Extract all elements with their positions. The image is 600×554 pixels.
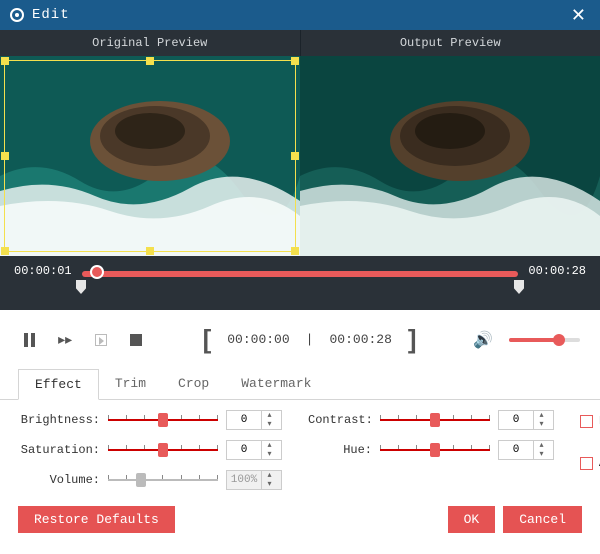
saturation-down[interactable]: ▾ [262,450,277,459]
brightness-slider[interactable] [108,413,218,427]
pause-button[interactable] [20,329,39,351]
trim-marker-end[interactable] [514,280,524,294]
output-preview [300,56,600,256]
preview-area [0,56,600,256]
apply-to-all-checkbox[interactable]: Apply to all [580,456,600,470]
hue-up[interactable]: ▴ [534,441,549,450]
tab-watermark[interactable]: Watermark [225,369,327,399]
trim-marker-start[interactable] [76,280,86,294]
tab-effect[interactable]: Effect [18,369,99,400]
fast-forward-button[interactable]: ▸▸ [55,329,74,351]
volume-value [227,474,261,486]
fast-forward-icon: ▸▸ [58,331,72,348]
volume-thumb[interactable] [553,334,565,346]
brightness-down[interactable]: ▾ [262,420,277,429]
original-preview[interactable] [0,56,300,256]
restore-defaults-button[interactable]: Restore Defaults [18,506,175,533]
time-in: 00:00:00 [227,332,289,347]
ok-button[interactable]: OK [448,506,496,533]
time-end: 00:00:28 [528,264,586,278]
volume-label: Volume: [18,473,100,487]
saturation-value[interactable] [227,444,261,456]
saturation-spinner[interactable]: ▴▾ [226,440,282,460]
timeline-track[interactable] [82,271,519,277]
pause-icon [24,333,35,347]
contrast-value[interactable] [499,414,533,426]
tab-crop[interactable]: Crop [162,369,225,399]
hue-slider[interactable] [380,443,490,457]
original-preview-label: Original Preview [0,30,301,56]
window-title: Edit [32,7,70,23]
saturation-label: Saturation: [18,443,100,457]
output-preview-label: Output Preview [301,30,600,56]
step-icon [95,334,107,346]
stop-icon [130,334,142,346]
app-icon [10,8,24,22]
step-button[interactable] [91,329,110,351]
volume-effect-slider[interactable] [108,473,218,487]
cancel-button[interactable]: Cancel [503,506,582,533]
volume-spinner: ▴▾ [226,470,282,490]
tabs: Effect Trim Crop Watermark [0,369,600,400]
timeline: 00:00:01 00:00:28 [0,256,600,310]
close-icon[interactable]: ✕ [567,5,590,26]
hue-value[interactable] [499,444,533,456]
brightness-spinner[interactable]: ▴▾ [226,410,282,430]
effect-panel: Brightness: ▴▾ Saturation: ▴▾ Volume: ▴▾… [0,400,600,496]
hue-spinner[interactable]: ▴▾ [498,440,554,460]
volume-slider[interactable] [509,338,580,342]
mark-out-button[interactable]: ] [408,324,417,355]
hue-down[interactable]: ▾ [534,450,549,459]
time-current: 00:00:01 [14,264,72,278]
time-out: 00:00:28 [329,332,391,347]
checkbox-box [580,457,593,470]
brightness-up[interactable]: ▴ [262,411,277,420]
hue-label: Hue: [308,443,372,457]
preview-headers: Original Preview Output Preview [0,30,600,56]
saturation-slider[interactable] [108,443,218,457]
volume-icon[interactable]: 🔊 [473,330,493,350]
tab-trim[interactable]: Trim [99,369,162,399]
mark-in-button[interactable]: [ [203,324,212,355]
brightness-label: Brightness: [18,413,100,427]
contrast-down[interactable]: ▾ [534,420,549,429]
playhead[interactable] [90,265,104,279]
contrast-up[interactable]: ▴ [534,411,549,420]
playback-controls: ▸▸ [ 00:00:00 | 00:00:28 ] 🔊 [0,310,600,369]
contrast-label: Contrast: [308,413,372,427]
brightness-value[interactable] [227,414,261,426]
stop-button[interactable] [126,329,145,351]
time-sep: | [306,332,314,347]
checkbox-box [580,415,593,428]
deinterlacing-checkbox[interactable]: Deinterlacing [580,414,600,428]
footer: Restore Defaults OK Cancel [0,496,600,549]
saturation-up[interactable]: ▴ [262,441,277,450]
contrast-slider[interactable] [380,413,490,427]
titlebar: Edit ✕ [0,0,600,30]
contrast-spinner[interactable]: ▴▾ [498,410,554,430]
